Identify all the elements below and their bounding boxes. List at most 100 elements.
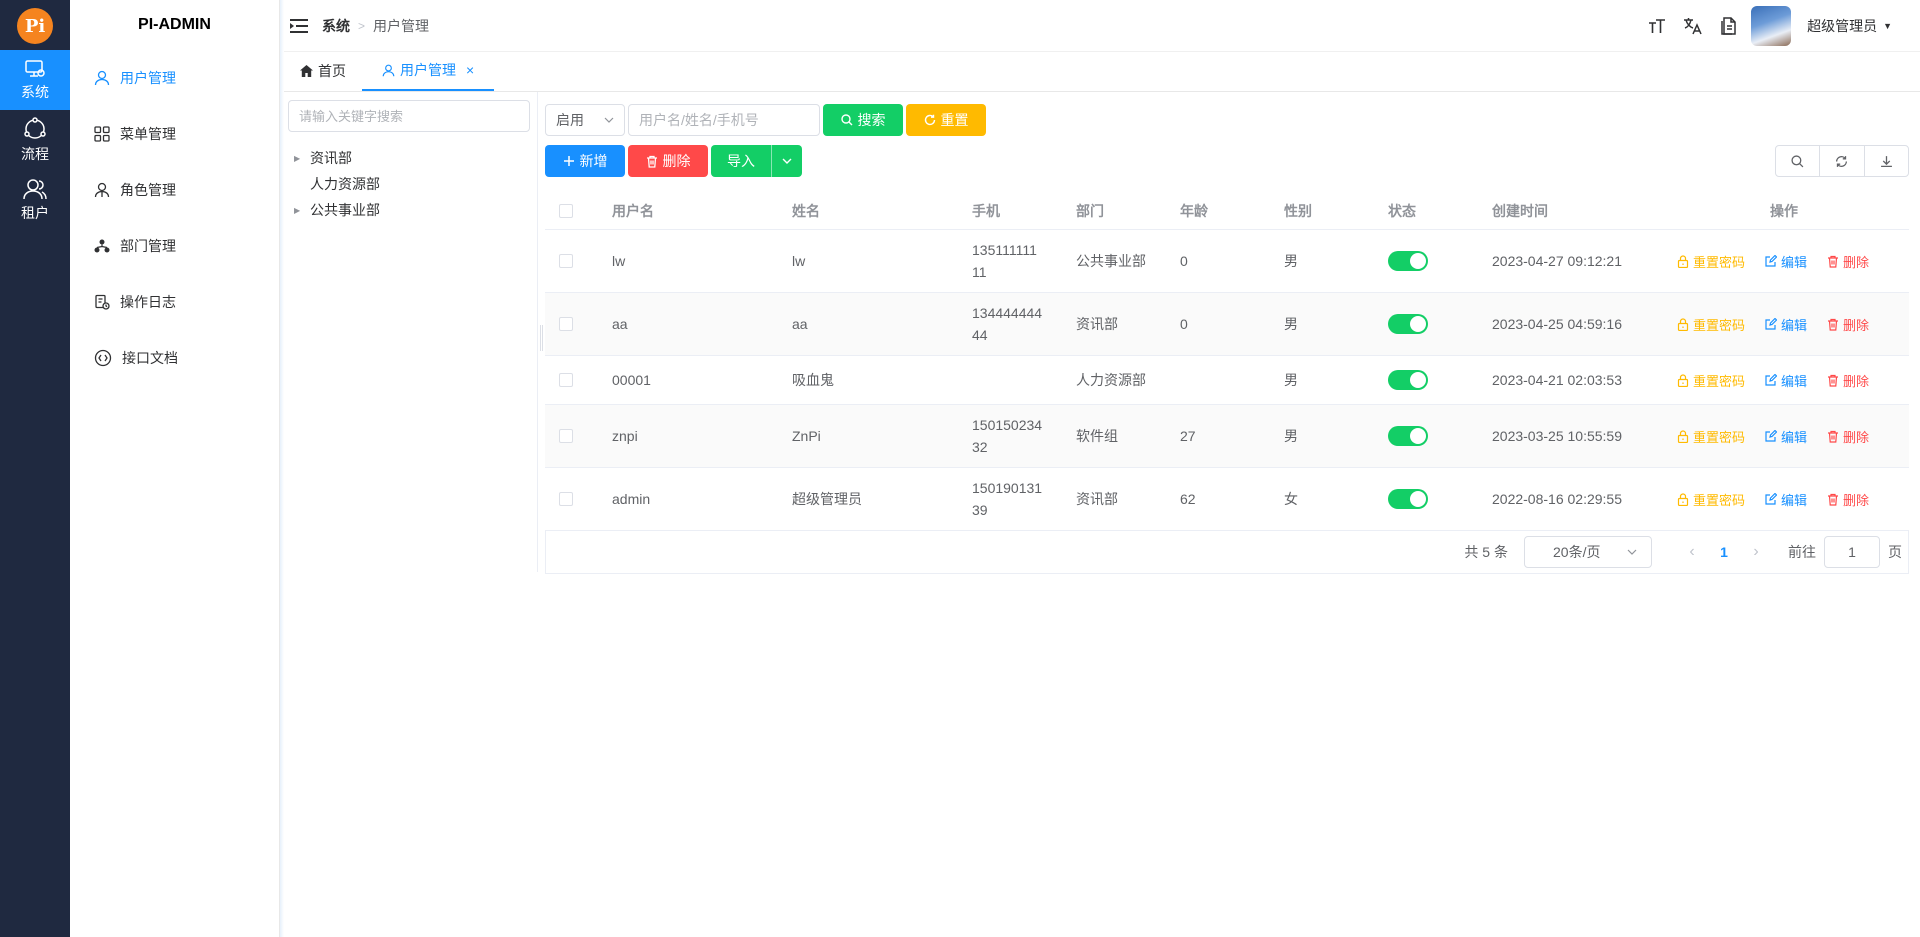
search-button[interactable]: 搜索	[823, 104, 903, 136]
menu-item-users[interactable]: 用户管理	[70, 50, 279, 106]
import-button[interactable]: 导入	[711, 145, 771, 177]
import-dropdown-button[interactable]	[771, 145, 802, 177]
language-button[interactable]	[1675, 17, 1711, 35]
reset-password-link[interactable]: 重置密码	[1677, 252, 1745, 271]
tree-search-input[interactable]	[288, 100, 530, 132]
rail-item-flow[interactable]: 流程	[0, 110, 70, 170]
phone-line: 11	[972, 264, 987, 280]
row-checkbox[interactable]	[559, 492, 573, 506]
toggle-search-button[interactable]	[1776, 146, 1821, 176]
close-icon[interactable]: ×	[466, 62, 474, 78]
font-size-button[interactable]	[1639, 18, 1675, 34]
tab-home[interactable]: 首页	[284, 51, 362, 91]
delete-link[interactable]: 删除	[1827, 427, 1869, 446]
edit-link[interactable]: 编辑	[1765, 427, 1807, 446]
status-switch[interactable]	[1388, 489, 1428, 509]
panel-resize-handle[interactable]	[540, 325, 543, 351]
rail-item-system[interactable]: 系统	[0, 50, 70, 110]
user-dropdown[interactable]: 超级管理员 ▼	[1807, 16, 1892, 36]
menu-item-roles[interactable]: 角色管理	[70, 162, 279, 218]
keyword-search-input[interactable]	[628, 104, 820, 136]
name-cell: 吸血鬼	[792, 372, 834, 388]
delete-link[interactable]: 删除	[1827, 315, 1869, 334]
reset-password-link[interactable]: 重置密码	[1677, 315, 1745, 334]
column-header: 年龄	[1180, 202, 1208, 219]
menu-item-api-docs[interactable]: 接口文档	[70, 330, 279, 386]
prev-page-button[interactable]: ‹	[1676, 543, 1708, 561]
edit-icon	[1765, 374, 1778, 386]
column-header: 部门	[1076, 202, 1104, 219]
collapse-menu-button[interactable]	[290, 18, 308, 34]
refresh-icon	[924, 114, 935, 126]
op-label: 重置密码	[1693, 317, 1746, 333]
edit-link[interactable]: 编辑	[1765, 371, 1807, 390]
reset-password-link[interactable]: 重置密码	[1677, 490, 1745, 509]
tab-label: 用户管理	[400, 62, 456, 78]
op-label: 编辑	[1781, 492, 1808, 508]
name-cell: ZnPi	[792, 428, 821, 444]
name-cell: aa	[792, 316, 808, 332]
menu-item-departments[interactable]: 部门管理	[70, 218, 279, 274]
goto-page-input[interactable]: 1	[1824, 535, 1880, 568]
breadcrumb-item: 用户管理	[373, 17, 430, 34]
page-size-select[interactable]: 20条/页	[1524, 535, 1652, 568]
next-page-button[interactable]: ›	[1740, 543, 1772, 561]
created-time-cell: 2022-08-16 02:29:55	[1492, 491, 1622, 507]
sex-cell: 男	[1284, 428, 1298, 444]
document-button[interactable]	[1711, 17, 1747, 35]
tree-node[interactable]: 人力资源部	[294, 171, 380, 197]
export-button[interactable]	[1865, 146, 1908, 176]
row-select-cell	[545, 492, 612, 506]
select-all-checkbox[interactable]	[559, 203, 573, 218]
caret-right-icon[interactable]: ▶	[294, 154, 310, 163]
phone-line: 44	[972, 327, 988, 343]
tab-user-management[interactable]: 用户管理 ×	[362, 51, 495, 91]
status-switch[interactable]	[1388, 314, 1428, 334]
batch-delete-button[interactable]: 删除	[628, 145, 708, 177]
row-checkbox[interactable]	[559, 254, 573, 268]
delete-link[interactable]: 删除	[1827, 252, 1869, 271]
delete-link[interactable]: 删除	[1827, 371, 1869, 390]
status-select[interactable]: 启用	[545, 104, 625, 136]
edit-link[interactable]: 编辑	[1765, 252, 1807, 271]
created-time-cell: 2023-04-27 09:12:21	[1492, 253, 1622, 269]
reset-password-link[interactable]: 重置密码	[1677, 371, 1745, 390]
breadcrumb-item[interactable]: 系统	[322, 16, 350, 36]
lock-icon	[1677, 492, 1689, 506]
add-button-label: 新增	[579, 153, 608, 169]
reset-password-link[interactable]: 重置密码	[1677, 427, 1745, 446]
goto-label: 前往	[1788, 543, 1816, 560]
op-label: 编辑	[1781, 317, 1808, 333]
log-icon	[95, 294, 110, 310]
name-cell: lw	[792, 253, 806, 269]
menu-item-menus[interactable]: 菜单管理	[70, 106, 279, 162]
edit-link[interactable]: 编辑	[1765, 315, 1807, 334]
row-checkbox[interactable]	[559, 429, 573, 443]
tree-node-label: 人力资源部	[310, 176, 380, 192]
op-label: 删除	[1843, 373, 1870, 389]
row-checkbox[interactable]	[559, 317, 573, 331]
op-label: 删除	[1843, 492, 1870, 508]
caret-right-icon[interactable]: ▶	[294, 206, 310, 215]
status-cell	[1388, 314, 1492, 334]
status-switch[interactable]	[1388, 426, 1428, 446]
reset-button[interactable]: 重置	[906, 104, 986, 136]
rail-item-tenant[interactable]: 租户	[0, 170, 70, 230]
sex-cell: 男	[1284, 316, 1298, 332]
refresh-button[interactable]	[1820, 146, 1865, 176]
tree-node[interactable]: ▶ 公共事业部	[294, 197, 380, 223]
avatar[interactable]	[1751, 6, 1792, 46]
delete-link[interactable]: 删除	[1827, 490, 1869, 509]
page-number-current[interactable]: 1	[1708, 544, 1740, 560]
menu-item-logs[interactable]: 操作日志	[70, 274, 279, 330]
edit-link[interactable]: 编辑	[1765, 490, 1807, 509]
status-switch[interactable]	[1388, 251, 1428, 271]
trash-icon	[646, 155, 657, 168]
status-switch[interactable]	[1388, 370, 1428, 390]
phone-cell: 134444444 44	[972, 302, 1076, 346]
row-checkbox[interactable]	[559, 373, 573, 387]
tree-node[interactable]: ▶ 资讯部	[294, 145, 352, 171]
status-cell	[1388, 426, 1492, 446]
add-button[interactable]: 新增	[545, 145, 625, 177]
trash-icon	[1828, 255, 1839, 268]
